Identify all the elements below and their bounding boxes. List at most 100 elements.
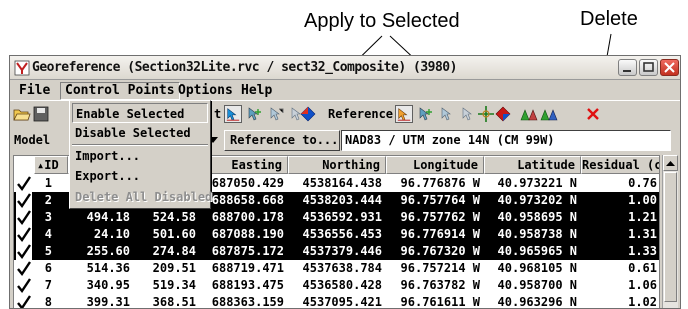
cell-latitude: 40.963296 N bbox=[497, 295, 577, 309]
tools-icon-1[interactable] bbox=[520, 105, 538, 123]
check-icon[interactable] bbox=[16, 209, 32, 226]
cell-column: 494.18 bbox=[86, 210, 130, 224]
menu-control-points[interactable]: Control Points bbox=[60, 82, 180, 100]
cell-longitude: 96.757764 W bbox=[400, 193, 480, 207]
menu-options[interactable]: Options bbox=[173, 82, 238, 100]
check-icon[interactable] bbox=[16, 175, 32, 192]
header-latitude[interactable]: Latitude bbox=[484, 156, 581, 174]
cell-column: 255.60 bbox=[86, 244, 130, 258]
reference-to-button[interactable]: Reference to... bbox=[224, 130, 340, 151]
header-northing[interactable]: Northing bbox=[288, 156, 386, 174]
cell-northing: 4537095.421 bbox=[302, 295, 382, 309]
window-title: Georeference (Section32Lite.rvc / sect32… bbox=[32, 60, 457, 75]
cell-northing: 4536556.453 bbox=[302, 227, 382, 241]
header-id[interactable]: ▴ID bbox=[34, 156, 68, 174]
check-icon[interactable] bbox=[16, 277, 32, 294]
cell-id: 8 bbox=[44, 295, 52, 309]
table-row[interactable]: 6 514.36 209.51 688719.471 4537638.784 96.757… bbox=[14, 260, 659, 277]
input-label-tail: t bbox=[214, 107, 222, 121]
menu-export[interactable]: Export... bbox=[72, 166, 208, 186]
menu-import[interactable]: Import... bbox=[72, 146, 208, 166]
open-folder-icon[interactable] bbox=[13, 105, 31, 123]
cell-longitude: 96.757762 W bbox=[400, 210, 480, 224]
menu-help[interactable]: Help bbox=[236, 82, 277, 100]
menu-file[interactable]: File bbox=[14, 82, 55, 100]
cell-easting: 688700.178 bbox=[211, 210, 284, 224]
cell-line: 209.51 bbox=[152, 261, 196, 275]
cell-northing: 4537379.446 bbox=[302, 244, 382, 258]
minimize-icon bbox=[623, 70, 631, 72]
reference-select-point-icon[interactable] bbox=[395, 105, 413, 123]
cell-residual: 1.00 bbox=[628, 193, 657, 207]
maximize-button[interactable] bbox=[639, 59, 658, 76]
reference-move-point-icon[interactable] bbox=[460, 105, 478, 123]
edit-point-icon[interactable] bbox=[268, 105, 286, 123]
check-icon[interactable] bbox=[16, 294, 32, 309]
cell-residual: 1.02 bbox=[628, 295, 657, 309]
check-icon[interactable] bbox=[16, 226, 32, 243]
cell-easting: 687088.190 bbox=[211, 227, 284, 241]
cell-line: 524.58 bbox=[152, 210, 196, 224]
scroll-thumb[interactable] bbox=[664, 172, 677, 302]
reference-crs-field[interactable]: NAD83 / UTM zone 14N (CM 99W) bbox=[341, 130, 671, 151]
save-icon[interactable] bbox=[32, 105, 50, 123]
header-residual[interactable]: Residual (c) bbox=[581, 156, 659, 174]
table-row[interactable]: 3 494.18 524.58 688700.178 4536592.931 96.757… bbox=[14, 209, 659, 226]
cell-northing: 4537638.784 bbox=[302, 261, 382, 275]
check-icon[interactable] bbox=[16, 243, 32, 260]
cell-longitude: 96.761611 W bbox=[400, 295, 480, 309]
maximize-icon bbox=[643, 62, 654, 72]
cell-latitude: 40.968105 N bbox=[497, 261, 577, 275]
cell-longitude: 96.763782 W bbox=[400, 278, 480, 292]
cell-residual: 0.61 bbox=[628, 261, 657, 275]
add-point-icon[interactable] bbox=[246, 105, 264, 123]
header-easting[interactable]: Easting bbox=[200, 156, 288, 174]
cell-longitude: 96.757214 W bbox=[400, 261, 480, 275]
scroll-up-button[interactable] bbox=[663, 155, 678, 171]
cell-easting: 688719.471 bbox=[211, 261, 284, 275]
delete-icon[interactable] bbox=[584, 105, 602, 123]
cell-column: 514.36 bbox=[86, 261, 130, 275]
cell-easting: 688363.159 bbox=[211, 295, 284, 309]
cell-id: 4 bbox=[44, 227, 52, 241]
reference-apply-icon[interactable] bbox=[494, 105, 512, 123]
select-point-icon[interactable] bbox=[224, 105, 242, 123]
cell-id: 6 bbox=[44, 261, 52, 275]
cell-column: 24.10 bbox=[93, 227, 130, 241]
control-points-menu: Enable Selected Disable Selected Import.… bbox=[69, 100, 212, 209]
cell-easting: 687050.429 bbox=[211, 176, 284, 190]
cell-longitude: 96.776914 W bbox=[400, 227, 480, 241]
table-row[interactable]: 8 399.31 368.51 688363.159 4537095.421 96.761… bbox=[14, 294, 659, 309]
cell-residual: 1.33 bbox=[628, 244, 657, 258]
cell-id: 2 bbox=[44, 193, 52, 207]
cell-residual: 0.76 bbox=[628, 176, 657, 190]
cell-id: 7 bbox=[44, 278, 52, 292]
apply-selected-icon[interactable] bbox=[299, 105, 317, 123]
cell-longitude: 96.767320 W bbox=[400, 244, 480, 258]
vertical-scrollbar[interactable] bbox=[662, 155, 678, 308]
cell-line: 501.60 bbox=[152, 227, 196, 241]
tools-icon-2[interactable] bbox=[540, 105, 558, 123]
reference-add-point-icon[interactable] bbox=[417, 105, 435, 123]
cell-column: 399.31 bbox=[86, 295, 130, 309]
crosshair-icon[interactable] bbox=[477, 105, 495, 123]
table-row[interactable]: 4 24.10 501.60 687088.190 4536556.453 96.7769… bbox=[14, 226, 659, 243]
cell-line: 519.34 bbox=[152, 278, 196, 292]
header-longitude[interactable]: Longitude bbox=[386, 156, 484, 174]
check-icon[interactable] bbox=[16, 260, 32, 277]
check-icon[interactable] bbox=[16, 192, 32, 209]
close-button[interactable] bbox=[660, 59, 679, 76]
cell-latitude: 40.965965 N bbox=[497, 244, 577, 258]
table-row[interactable]: 5 255.60 274.84 687875.172 4537379.446 96.767… bbox=[14, 243, 659, 260]
cell-easting: 687875.172 bbox=[211, 244, 284, 258]
menu-bar: File Control Points Options Help bbox=[10, 81, 680, 101]
cell-northing: 4538164.438 bbox=[302, 176, 382, 190]
minimize-button[interactable] bbox=[618, 59, 637, 76]
menu-disable-selected[interactable]: Disable Selected bbox=[72, 123, 208, 143]
table-row[interactable]: 7 340.95 519.34 688193.475 4536580.428 96.763… bbox=[14, 277, 659, 294]
cell-easting: 688193.475 bbox=[211, 278, 284, 292]
delete-callout: Delete bbox=[580, 8, 638, 30]
menu-enable-selected[interactable]: Enable Selected bbox=[72, 103, 208, 123]
reference-edit-point-icon[interactable] bbox=[439, 105, 457, 123]
cell-latitude: 40.958700 N bbox=[497, 278, 577, 292]
